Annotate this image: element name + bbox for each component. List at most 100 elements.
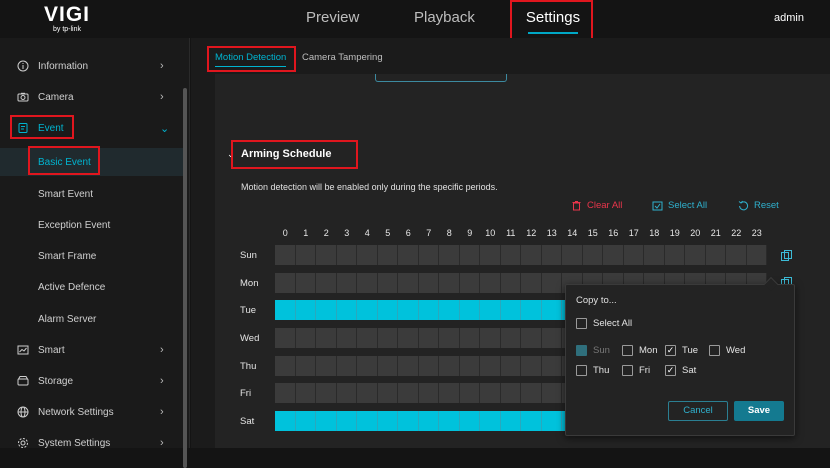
schedule-cell[interactable] (459, 356, 480, 376)
schedule-cell[interactable] (500, 273, 521, 293)
schedule-cell[interactable] (336, 383, 357, 403)
schedule-cell[interactable] (541, 245, 562, 265)
sidebar-item-alarm-server[interactable]: Alarm Server (0, 305, 183, 333)
schedule-cell[interactable] (603, 245, 624, 265)
schedule-cell[interactable] (521, 383, 542, 403)
schedule-cell[interactable] (295, 356, 316, 376)
save-button[interactable]: Save (734, 401, 784, 421)
schedule-cell[interactable] (582, 245, 603, 265)
schedule-cell[interactable] (500, 300, 521, 320)
schedule-cell[interactable] (275, 273, 296, 293)
schedule-cell[interactable] (439, 273, 460, 293)
schedule-cell[interactable] (357, 328, 378, 348)
schedule-cell[interactable] (439, 356, 460, 376)
schedule-cell[interactable] (398, 245, 419, 265)
schedule-cell[interactable] (541, 356, 562, 376)
select-all-button[interactable]: Select All (652, 200, 707, 211)
sidebar-item-smart-frame[interactable]: Smart Frame (0, 242, 183, 270)
schedule-cell[interactable] (275, 356, 296, 376)
schedule-cell[interactable] (377, 328, 398, 348)
schedule-cell[interactable] (480, 300, 501, 320)
tab-camera-tampering[interactable]: Camera Tampering (302, 52, 383, 63)
schedule-cell[interactable] (418, 411, 439, 431)
schedule-cell[interactable] (377, 411, 398, 431)
schedule-cell[interactable] (316, 411, 337, 431)
copy-day-thu[interactable]: Thu (576, 365, 609, 376)
schedule-cell[interactable] (418, 383, 439, 403)
schedule-cell[interactable] (275, 245, 296, 265)
schedule-cell[interactable] (480, 356, 501, 376)
schedule-cell[interactable] (746, 245, 767, 265)
schedule-cell[interactable] (541, 383, 562, 403)
schedule-cell[interactable] (541, 411, 562, 431)
nav-playback[interactable]: Playback (414, 0, 475, 38)
schedule-cell[interactable] (521, 328, 542, 348)
schedule-cell[interactable] (459, 411, 480, 431)
schedule-cell[interactable] (418, 245, 439, 265)
schedule-cell[interactable] (336, 356, 357, 376)
schedule-cell[interactable] (295, 245, 316, 265)
schedule-cell[interactable] (521, 300, 542, 320)
schedule-cell[interactable] (336, 328, 357, 348)
cancel-button[interactable]: Cancel (668, 401, 728, 421)
schedule-cell[interactable] (521, 356, 542, 376)
schedule-cell[interactable] (705, 245, 726, 265)
schedule-cell[interactable] (664, 245, 685, 265)
schedule-cell[interactable] (357, 383, 378, 403)
schedule-cell[interactable] (275, 328, 296, 348)
schedule-cell[interactable] (439, 245, 460, 265)
schedule-cell[interactable] (377, 245, 398, 265)
schedule-cell[interactable] (521, 411, 542, 431)
schedule-cell[interactable] (336, 411, 357, 431)
schedule-cell[interactable] (500, 328, 521, 348)
schedule-cell[interactable] (521, 245, 542, 265)
schedule-cell[interactable] (459, 300, 480, 320)
schedule-cell[interactable] (275, 300, 296, 320)
sidebar-item-active-defence[interactable]: Active Defence (0, 273, 183, 301)
sidebar-item-smart[interactable]: Smart › (0, 336, 183, 364)
schedule-cell[interactable] (398, 383, 419, 403)
schedule-cell[interactable] (685, 245, 706, 265)
schedule-cell[interactable] (377, 273, 398, 293)
schedule-cell[interactable] (541, 300, 562, 320)
schedule-cell[interactable] (357, 245, 378, 265)
schedule-cell[interactable] (377, 300, 398, 320)
schedule-cell[interactable] (398, 411, 419, 431)
user-menu[interactable]: admin (774, 12, 804, 24)
schedule-cell[interactable] (295, 328, 316, 348)
schedule-cell[interactable] (316, 356, 337, 376)
schedule-cell[interactable] (336, 245, 357, 265)
copy-day-sat[interactable]: ✓ Sat (665, 365, 696, 376)
copy-icon[interactable] (780, 249, 793, 262)
schedule-cell[interactable] (500, 383, 521, 403)
schedule-cell[interactable] (439, 328, 460, 348)
schedule-cell[interactable] (459, 328, 480, 348)
schedule-cell[interactable] (295, 300, 316, 320)
schedule-cell[interactable] (418, 273, 439, 293)
schedule-cell[interactable] (275, 383, 296, 403)
sidebar-item-storage[interactable]: Storage › (0, 367, 183, 395)
sidebar-item-network-settings[interactable]: Network Settings › (0, 398, 183, 426)
sidebar-item-basic-event[interactable]: Basic Event (0, 148, 183, 176)
schedule-cell[interactable] (500, 356, 521, 376)
nav-preview[interactable]: Preview (306, 0, 359, 38)
schedule-cell[interactable] (398, 356, 419, 376)
copy-day-wed[interactable]: Wed (709, 345, 745, 356)
schedule-cell[interactable] (623, 245, 644, 265)
schedule-cell[interactable] (418, 356, 439, 376)
clear-all-button[interactable]: Clear All (571, 200, 622, 211)
schedule-cell[interactable] (336, 273, 357, 293)
nav-settings[interactable]: Settings (520, 0, 586, 38)
schedule-cell[interactable] (439, 300, 460, 320)
schedule-cell[interactable] (398, 328, 419, 348)
schedule-cell[interactable] (357, 356, 378, 376)
schedule-cell[interactable] (480, 245, 501, 265)
sidebar-item-event[interactable]: Event ⌄ (0, 114, 183, 142)
arming-schedule-title[interactable]: Arming Schedule (241, 148, 331, 160)
schedule-cell[interactable] (398, 273, 419, 293)
schedule-cell[interactable] (541, 273, 562, 293)
schedule-cell[interactable] (521, 273, 542, 293)
schedule-cell[interactable] (541, 328, 562, 348)
schedule-cell[interactable] (459, 245, 480, 265)
schedule-cell[interactable] (316, 328, 337, 348)
